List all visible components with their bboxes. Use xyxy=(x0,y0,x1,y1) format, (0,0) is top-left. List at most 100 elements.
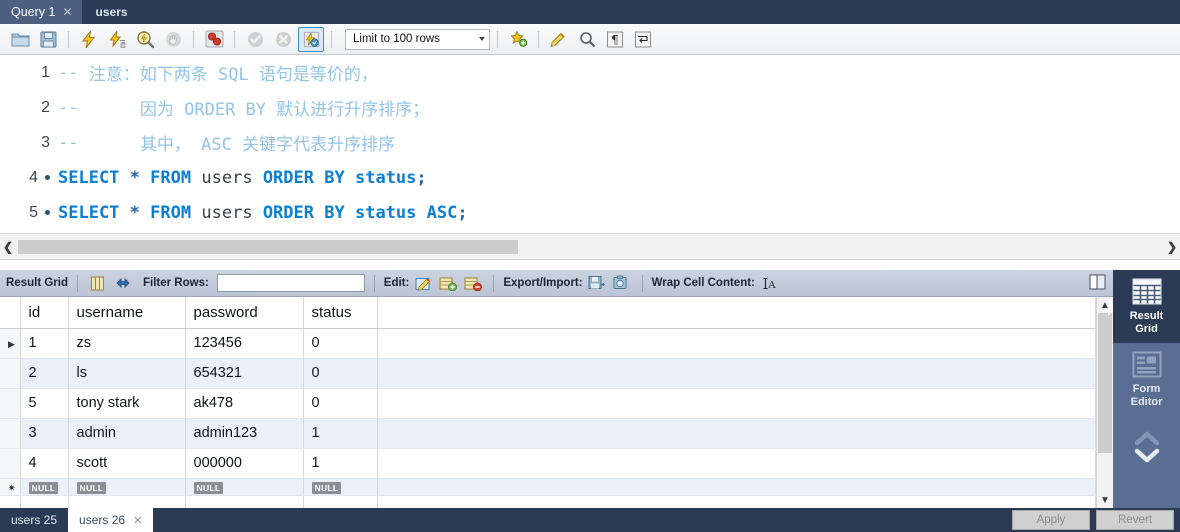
cell-id[interactable]: 4 xyxy=(20,448,69,479)
table-row[interactable]: 2 ls 654321 0 xyxy=(0,358,1096,389)
column-header-password[interactable]: password xyxy=(185,297,304,329)
scrollbar-thumb[interactable] xyxy=(1098,313,1112,453)
scroll-right-icon[interactable]: ❯ xyxy=(1164,240,1180,254)
new-record-row[interactable]: ✷ NULL NULL NULL NULL xyxy=(0,478,1096,496)
sql-token: SELECT xyxy=(58,167,120,188)
scroll-left-icon[interactable]: ❮ xyxy=(0,240,16,254)
sql-line[interactable]: -- 因为 ORDER BY 默认进行升序排序； xyxy=(58,90,1180,125)
filter-rows-input[interactable] xyxy=(216,274,365,292)
row-selector[interactable]: ✷ xyxy=(0,478,21,496)
new-cell-id[interactable]: NULL xyxy=(20,478,69,496)
scrollbar-track[interactable] xyxy=(16,239,1164,255)
apply-button[interactable]: Apply xyxy=(1012,510,1090,530)
cell-password[interactable]: 000000 xyxy=(185,448,304,479)
cell-id[interactable]: 3 xyxy=(20,418,69,449)
toggle-wrapping-icon[interactable] xyxy=(630,27,656,52)
cell-status[interactable]: 0 xyxy=(303,388,378,419)
beautify-sql-icon[interactable] xyxy=(505,27,531,52)
edit-cell-icon[interactable] xyxy=(412,273,434,294)
toggle-breakpoint-icon[interactable] xyxy=(201,27,227,52)
insert-row-icon[interactable] xyxy=(437,273,459,294)
sql-line[interactable]: -- 其中， ASC 关键字代表升序排序 xyxy=(58,125,1180,160)
toggle-side-panel-icon[interactable] xyxy=(1087,272,1107,292)
chevron-down-icon[interactable] xyxy=(479,37,485,41)
import-recordset-icon[interactable] xyxy=(611,273,633,294)
stop-statement-icon[interactable] xyxy=(160,27,186,52)
chevron-up-icon[interactable] xyxy=(1132,430,1162,447)
row-selector[interactable] xyxy=(0,448,21,479)
cell-password[interactable]: 654321 xyxy=(185,358,304,389)
chevron-down-icon[interactable] xyxy=(1132,447,1162,464)
revert-button[interactable]: Revert xyxy=(1096,510,1174,530)
scrollbar-thumb[interactable] xyxy=(18,239,518,254)
row-selector[interactable] xyxy=(0,418,21,449)
tab-query-1[interactable]: Query 1 ✕ xyxy=(0,0,82,24)
cell-username[interactable]: zs xyxy=(68,328,186,359)
table-row[interactable]: 4 scott 000000 1 xyxy=(0,448,1096,479)
result-tab-users-25[interactable]: users 25 xyxy=(0,508,68,532)
cell-status[interactable]: 1 xyxy=(303,418,378,449)
sql-token: 其中， ASC 关键字代表升序排序 xyxy=(139,135,396,155)
cell-username[interactable]: admin xyxy=(68,418,186,449)
sidebar-item-form-editor[interactable]: Form Editor xyxy=(1113,343,1180,416)
table-row[interactable]: 3 admin admin123 1 xyxy=(0,418,1096,449)
new-cell-password[interactable]: NULL xyxy=(185,478,304,496)
sql-line[interactable]: SELECT * FROM users ORDER BY status; xyxy=(58,160,1180,195)
cell-username[interactable]: scott xyxy=(68,448,186,479)
cell-password[interactable]: admin123 xyxy=(185,418,304,449)
result-grid[interactable]: id username password status ▶ 1 zs 123456 0 2… xyxy=(0,297,1096,508)
close-icon[interactable]: ✕ xyxy=(62,6,72,18)
table-row[interactable]: ▶ 1 zs 123456 0 xyxy=(0,328,1096,359)
cell-username[interactable]: tony stark xyxy=(68,388,186,419)
row-selector[interactable]: ▶ xyxy=(0,328,21,359)
sql-line[interactable]: -- 注意：如下两条 SQL 语句是等价的， xyxy=(58,55,1180,90)
autocommit-icon[interactable] xyxy=(298,26,324,52)
search-icon[interactable] xyxy=(574,27,600,52)
row-selector[interactable] xyxy=(0,388,21,419)
cell-status[interactable]: 1 xyxy=(303,448,378,479)
result-grid-vertical-scrollbar[interactable]: ▲ ▼ xyxy=(1096,297,1113,508)
cell-id[interactable]: 1 xyxy=(20,328,69,359)
cell-status[interactable]: 0 xyxy=(303,358,378,389)
sql-code-area[interactable]: -- 注意：如下两条 SQL 语句是等价的， -- 因为 ORDER BY 默认进… xyxy=(58,55,1180,233)
result-tab-users-26[interactable]: users 26 ✕ xyxy=(68,508,154,532)
sql-editor[interactable]: 1 2 3 4 5 -- 注意：如下两条 SQL 语句是等价的， -- 因为 OR… xyxy=(0,55,1180,233)
sidebar-item-result-grid-label: Result Grid xyxy=(1130,310,1164,336)
commit-icon[interactable] xyxy=(242,27,268,52)
show-invisible-chars-icon[interactable]: ¶ xyxy=(602,27,628,52)
wrap-cell-icon[interactable]: A xyxy=(758,273,780,294)
column-header-username[interactable]: username xyxy=(68,297,186,329)
tab-users[interactable]: users xyxy=(81,0,137,24)
grid-view-icon[interactable] xyxy=(87,273,109,294)
explain-statement-icon[interactable] xyxy=(132,27,158,52)
cell-status[interactable]: 0 xyxy=(303,328,378,359)
column-header-id[interactable]: id xyxy=(20,297,69,329)
cell-username[interactable]: ls xyxy=(68,358,186,389)
scrollbar-track[interactable] xyxy=(1097,313,1113,492)
close-icon[interactable]: ✕ xyxy=(133,514,142,527)
cell-id[interactable]: 2 xyxy=(20,358,69,389)
delete-row-icon[interactable] xyxy=(462,273,484,294)
new-row-icon: ✷ xyxy=(8,482,16,493)
cell-password[interactable]: 123456 xyxy=(185,328,304,359)
sql-line[interactable]: SELECT * FROM users ORDER BY status ASC; xyxy=(58,195,1180,230)
table-row[interactable]: 5 tony stark ak478 0 xyxy=(0,388,1096,419)
rollback-icon[interactable] xyxy=(270,27,296,52)
cell-id[interactable]: 5 xyxy=(20,388,69,419)
save-sql-file-icon[interactable] xyxy=(35,27,61,52)
editor-horizontal-scrollbar[interactable]: ❮ ❯ xyxy=(0,233,1180,260)
row-limit-select[interactable]: Limit to 100 rows xyxy=(345,28,490,50)
column-header-status[interactable]: status xyxy=(303,297,378,329)
execute-statement-icon[interactable] xyxy=(76,27,102,52)
scroll-down-icon[interactable]: ▼ xyxy=(1097,492,1113,508)
find-replace-icon[interactable] xyxy=(546,27,572,52)
export-recordset-icon[interactable] xyxy=(586,273,608,294)
new-cell-username[interactable]: NULL xyxy=(68,478,186,496)
sidebar-item-result-grid[interactable]: Result Grid xyxy=(1113,270,1180,343)
execute-current-statement-icon[interactable] xyxy=(104,27,130,52)
open-sql-file-icon[interactable] xyxy=(7,27,33,52)
row-selector[interactable] xyxy=(0,358,21,389)
new-cell-status[interactable]: NULL xyxy=(303,478,378,496)
cell-password[interactable]: ak478 xyxy=(185,388,304,419)
refresh-icon[interactable] xyxy=(112,273,134,294)
